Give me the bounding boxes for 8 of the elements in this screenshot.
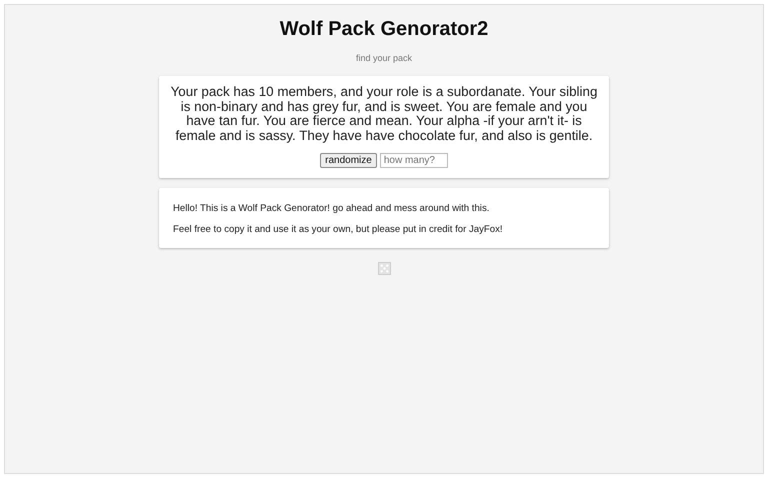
subtitle: find your pack — [356, 53, 412, 63]
result-text: Your pack has 10 members, and your role is a subordanate. Your sibling is non-binary and has grey fur, and is sweet. You are female and you have tan fur. You are fierce and mean. Your alpha -if your arn't it- is female and is sassy. They have have chocolate fur, and also is gentile. — [170, 85, 598, 143]
count-field[interactable]: how many? — [380, 153, 448, 168]
page-title: Wolf Pack Genorator2 — [280, 18, 488, 41]
info-text: Feel free to copy it and use it as your own, but please put in credit for JayFox! — [173, 224, 504, 235]
info-text: Hello! This is a Wolf Pack Genorator! go ahead and mess around with this. — [173, 203, 490, 214]
dice-icon — [378, 262, 390, 275]
randomize-button[interactable]: randomize — [320, 153, 377, 168]
